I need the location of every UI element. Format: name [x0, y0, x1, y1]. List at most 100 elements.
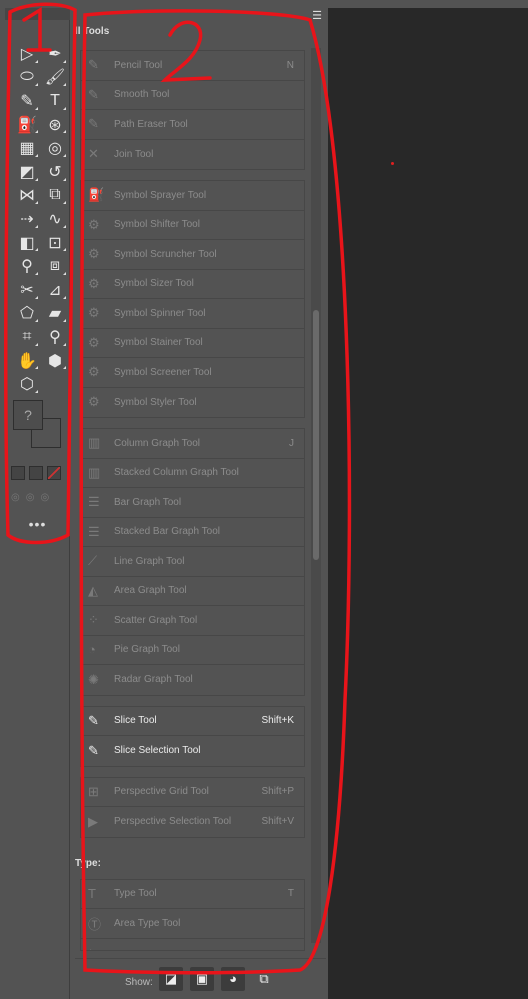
tool-icon: ✺ [88, 671, 99, 687]
artboard-canvas[interactable] [328, 8, 528, 999]
isometric-tool-icon[interactable]: ⬡ [13, 372, 41, 396]
live-paint-tool-icon[interactable]: ◩ [13, 160, 41, 184]
draw-inside-icon[interactable]: ◎ [40, 492, 49, 503]
tool-list-item[interactable]: ⚙ Symbol Stainer Tool [81, 329, 304, 358]
fill-swatch[interactable]: ? [13, 400, 43, 430]
tool-list-item[interactable]: ✕ Join Tool [81, 140, 304, 170]
3d-object-tool-icon[interactable]: ⬢ [41, 349, 69, 373]
tool-list-item[interactable]: ⚙ Symbol Screener Tool [81, 358, 304, 388]
tool-list-item[interactable]: ◔ Pie Graph Tool [81, 636, 304, 665]
scrollbar[interactable] [311, 48, 321, 943]
panel-menu-icon[interactable]: ☰ [312, 9, 322, 22]
color-mode-row [11, 466, 61, 480]
tool-list-item[interactable]: ✺ Radar Graph Tool [81, 665, 304, 695]
tool-list-item[interactable]: T Type Tool T [81, 880, 304, 909]
tool-shortcut: Shift+V [261, 816, 294, 828]
tool-label: Perspective Selection Tool [114, 816, 232, 828]
tool-list-item[interactable]: ◭ Area Graph Tool [81, 577, 304, 606]
scale-tool-icon[interactable]: ⧉ [41, 184, 69, 208]
crop-tool-icon[interactable]: ⌗ [13, 325, 41, 349]
tool-group: ⊞ Perspective Grid Tool Shift+P ▶ Perspectiv… [80, 776, 305, 838]
tool-icon: Ⓣ [88, 916, 102, 932]
show-screen-mode-button[interactable]: ⧉ [252, 967, 276, 991]
tool-group: ▥ Column Graph Tool J ▥ Stacked Column Graph… [80, 428, 305, 696]
draw-behind-icon[interactable]: ◎ [26, 492, 35, 503]
tool-icon: ◭ [88, 582, 98, 598]
panel-title: ll Tools [75, 26, 110, 37]
tool-label: Bar Graph Tool [114, 496, 182, 508]
tool-list-item[interactable]: ✎ Pencil Tool N [81, 51, 304, 81]
show-fill-stroke-button[interactable]: ◪ [159, 967, 183, 991]
tool-label: Symbol Styler Tool [114, 396, 197, 408]
tool-label: Symbol Stainer Tool [114, 337, 203, 349]
tool-list-item[interactable]: ▥ Column Graph Tool J [81, 429, 304, 459]
tool-icon: ☰ [88, 494, 100, 510]
tool-list-item[interactable]: ⛽ Symbol Sprayer Tool [81, 181, 304, 211]
show-draw-mode-button[interactable]: ◕ [221, 967, 245, 991]
paintbrush-tool-icon[interactable]: 🖌 [41, 66, 69, 90]
blend-tool-icon[interactable]: ⧈ [41, 254, 69, 278]
pen-tool-icon[interactable]: ✒ [41, 42, 69, 66]
zoom-tool-icon[interactable]: ⚲ [41, 325, 69, 349]
tool-icon: ⛽ [88, 187, 105, 203]
tool-icon: ▶ [88, 813, 98, 829]
toolbar-grip[interactable] [5, 8, 70, 20]
reflect-tool-icon[interactable]: ⋈ [13, 184, 41, 208]
tool-list-item[interactable]: ✎ Slice Tool Shift+K [81, 707, 304, 736]
tool-list-item[interactable]: ⟋ Line Graph Tool [81, 547, 304, 577]
color-button[interactable] [11, 466, 25, 480]
tool-icon: ⚙ [88, 394, 100, 410]
width-tool-icon[interactable]: ⇢ [13, 207, 41, 231]
eyedropper-tool-icon[interactable]: ⚲ [13, 254, 41, 278]
gradient-button[interactable] [29, 466, 43, 480]
pencil-tool-icon[interactable]: ✎ [13, 89, 41, 113]
free-transform-tool-icon[interactable]: ◧ [13, 231, 41, 255]
tool-icon: ✎ [88, 116, 99, 132]
tool-list-item[interactable]: ▶ Perspective Selection Tool Shift+V [81, 807, 304, 837]
tool-list-item[interactable]: ☰ Stacked Bar Graph Tool [81, 518, 304, 547]
tool-list-item[interactable]: ⚙ Symbol Shifter Tool [81, 211, 304, 240]
panel-footer: Show: ◪ ▣ ◕ ⧉ [75, 958, 326, 999]
tool-list-item[interactable]: ⚙ Symbol Sizer Tool [81, 270, 304, 299]
lasso-tool-icon[interactable]: ◎ [41, 136, 69, 160]
tool-list-item[interactable]: ✎ Smooth Tool [81, 81, 304, 110]
tool-label: Pencil Tool [114, 59, 163, 71]
edit-toolbar-button[interactable]: ••• [5, 516, 70, 532]
draw-normal-icon[interactable]: ◎ [11, 492, 20, 503]
tool-list-item[interactable]: Ⓣ Area Type Tool [81, 909, 304, 939]
tool-icon: ☰ [88, 523, 100, 539]
eraser-tool-icon[interactable]: ▰ [41, 302, 69, 326]
type-tool-icon[interactable]: T [41, 89, 69, 113]
tool-list-item[interactable]: ⁘ Scatter Graph Tool [81, 606, 304, 636]
tool-list-item[interactable]: ⊞ Perspective Grid Tool Shift+P [81, 778, 304, 807]
shaper-tool-icon[interactable]: ⊛ [41, 113, 69, 137]
hand-tool-icon[interactable]: ✋ [13, 349, 41, 373]
tool-list-item[interactable]: ⚙ Symbol Styler Tool [81, 388, 304, 418]
tool-list-item[interactable]: ✎ Path Eraser Tool [81, 110, 304, 140]
tool-label: Slice Tool [114, 715, 157, 727]
scroll-thumb[interactable] [313, 310, 319, 560]
tool-list-item[interactable]: ☰ Bar Graph Tool [81, 488, 304, 518]
tool-shortcut: Shift+P [261, 786, 294, 798]
perspective-tool-icon[interactable]: ⊡ [41, 231, 69, 255]
tool-label: Area Graph Tool [114, 585, 187, 597]
tool-list-item[interactable]: ↘ [81, 939, 304, 949]
slice-tool-icon[interactable]: ⬠ [13, 302, 41, 326]
artboard-tool-icon[interactable]: ⊿ [41, 278, 69, 302]
scissors-tool-icon[interactable]: ✂ [13, 278, 41, 302]
tool-list-item[interactable]: ▥ Stacked Column Graph Tool [81, 459, 304, 488]
symbol-sprayer-tool-icon[interactable]: ⛽ [13, 113, 41, 137]
tool-list-item[interactable]: ⚙ Symbol Spinner Tool [81, 299, 304, 329]
ellipse-tool-icon[interactable]: ⬭ [13, 66, 41, 90]
show-gradient-button[interactable]: ▣ [190, 967, 214, 991]
tools-toolbar: ▷ ✒ ⬭ 🖌 ✎ T ⛽ ⊛ ▦ ◎ ◩ ↺ ⋈ ⧉ ⇢ ∿ ◧ ⊡ ⚲ ⧈ ✂ ⊿ ⬠ ▰ ⌗ ⚲ ✋ ⬢ ⬡ ? ◎ ◎ ◎ ••… [5, 8, 70, 999]
none-button[interactable] [47, 466, 61, 480]
direct-selection-tool-icon[interactable]: ▷ [13, 42, 41, 66]
tool-icon: T [88, 886, 96, 902]
tool-icon: ⚙ [88, 364, 100, 380]
gradient-tool-icon[interactable]: ▦ [13, 136, 41, 160]
tool-list-item[interactable]: ✎ Slice Selection Tool [81, 736, 304, 766]
tool-list-item[interactable]: ⚙ Symbol Scruncher Tool [81, 240, 304, 270]
rotate-tool-icon[interactable]: ↺ [41, 160, 69, 184]
warp-tool-icon[interactable]: ∿ [41, 207, 69, 231]
